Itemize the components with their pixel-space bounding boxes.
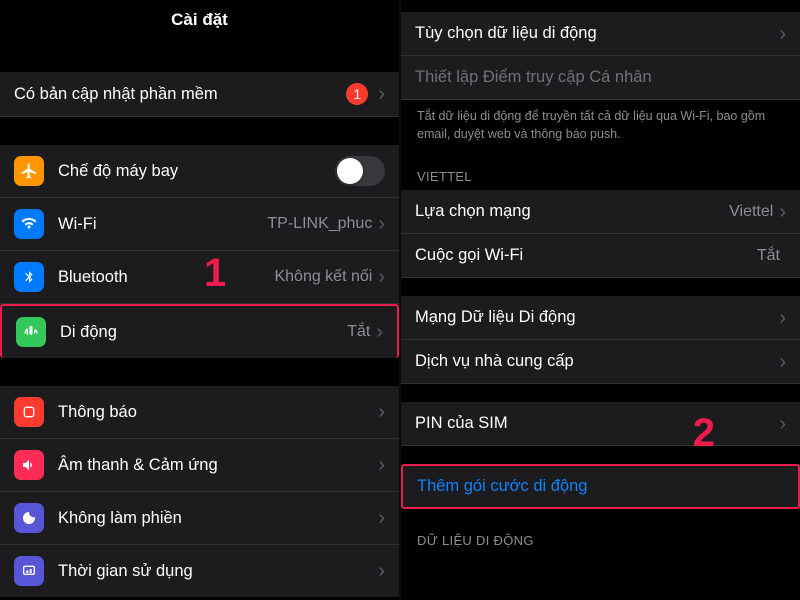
dnd-label: Không làm phiền: [58, 509, 378, 528]
network-selection-row[interactable]: Lựa chọn mạng Viettel ›: [401, 190, 800, 234]
wifi-value: TP-LINK_phuc: [267, 215, 372, 233]
carrier-services-label: Dịch vụ nhà cung cấp: [415, 352, 779, 371]
chevron-right-icon: ›: [378, 508, 385, 528]
sim-pin-label: PIN của SIM: [415, 414, 779, 433]
cellular-icon: [16, 317, 46, 347]
software-update-label: Có bản cập nhật phần mềm: [14, 85, 346, 104]
carrier-section-header: VIETTEL: [401, 155, 800, 190]
airplane-toggle[interactable]: [335, 156, 385, 186]
wifi-icon: [14, 209, 44, 239]
bluetooth-label: Bluetooth: [58, 268, 274, 287]
data-network-label: Mạng Dữ liệu Di động: [415, 308, 779, 327]
screen-cellular-detail: Tùy chọn dữ liệu di động › Thiết lập Điể…: [401, 0, 800, 600]
sim-pin-row[interactable]: PIN của SIM ›: [401, 402, 800, 446]
bluetooth-icon: [14, 262, 44, 292]
carrier-services-row[interactable]: Dịch vụ nhà cung cấp ›: [401, 340, 800, 384]
chevron-right-icon: ›: [779, 24, 786, 44]
bluetooth-row[interactable]: Bluetooth Không kết nối ›: [0, 251, 399, 304]
step-marker-2: 2: [693, 411, 715, 456]
airplane-mode-row[interactable]: Chế độ máy bay: [0, 145, 399, 198]
screen-settings-root: Cài đặt Có bản cập nhật phần mềm 1 › Chế…: [0, 0, 399, 600]
wifi-row[interactable]: Wi-Fi TP-LINK_phuc ›: [0, 198, 399, 251]
notifications-row[interactable]: Thông báo ›: [0, 386, 399, 439]
chevron-right-icon: ›: [378, 402, 385, 422]
sound-row[interactable]: Âm thanh & Cảm ứng ›: [0, 439, 399, 492]
screentime-icon: [14, 556, 44, 586]
software-update-row[interactable]: Có bản cập nhật phần mềm 1 ›: [0, 72, 399, 117]
wifi-calling-value: Tắt: [757, 247, 780, 265]
cellular-label: Di động: [60, 323, 347, 342]
chevron-right-icon: ›: [779, 202, 786, 222]
sound-icon: [14, 450, 44, 480]
wifi-label: Wi-Fi: [58, 215, 267, 234]
add-plan-label: Thêm gói cước di động: [417, 477, 784, 496]
chevron-right-icon: ›: [779, 352, 786, 372]
add-plan-row[interactable]: Thêm gói cước di động: [401, 464, 800, 509]
chevron-right-icon: ›: [378, 561, 385, 581]
hotspot-label: Thiết lập Điểm truy cập Cá nhân: [415, 68, 786, 87]
hotspot-row: Thiết lập Điểm truy cập Cá nhân: [401, 56, 800, 100]
chevron-right-icon: ›: [378, 84, 385, 104]
data-network-row[interactable]: Mạng Dữ liệu Di động ›: [401, 296, 800, 340]
data-footnote: Tắt dữ liệu di động để truyền tất cả dữ …: [401, 100, 800, 155]
airplane-icon: [14, 156, 44, 186]
bluetooth-value: Không kết nối: [274, 268, 372, 286]
data-options-row[interactable]: Tùy chọn dữ liệu di động ›: [401, 12, 800, 56]
notifications-label: Thông báo: [58, 403, 378, 422]
update-badge: 1: [346, 83, 368, 105]
screentime-row[interactable]: Thời gian sử dụng ›: [0, 545, 399, 597]
wifi-calling-label: Cuộc gọi Wi-Fi: [415, 246, 757, 265]
page-title: Cài đặt: [0, 0, 399, 44]
data-section-header: DỮ LIỆU DI ĐỘNG: [401, 509, 800, 554]
airplane-label: Chế độ máy bay: [58, 162, 335, 181]
screentime-label: Thời gian sử dụng: [58, 562, 378, 581]
network-selection-value: Viettel: [729, 203, 773, 221]
chevron-right-icon: ›: [376, 322, 383, 342]
chevron-right-icon: ›: [378, 267, 385, 287]
cellular-value: Tắt: [347, 323, 370, 341]
notifications-icon: [14, 397, 44, 427]
dnd-icon: [14, 503, 44, 533]
data-options-label: Tùy chọn dữ liệu di động: [415, 24, 779, 43]
network-selection-label: Lựa chọn mạng: [415, 202, 729, 221]
dnd-row[interactable]: Không làm phiền ›: [0, 492, 399, 545]
chevron-right-icon: ›: [378, 455, 385, 475]
cellular-row[interactable]: Di động Tắt ›: [0, 304, 399, 358]
chevron-right-icon: ›: [779, 414, 786, 434]
step-marker-1: 1: [204, 251, 226, 296]
sound-label: Âm thanh & Cảm ứng: [58, 456, 378, 475]
chevron-right-icon: ›: [779, 308, 786, 328]
chevron-right-icon: ›: [378, 214, 385, 234]
wifi-calling-row[interactable]: Cuộc gọi Wi-Fi Tắt: [401, 234, 800, 278]
